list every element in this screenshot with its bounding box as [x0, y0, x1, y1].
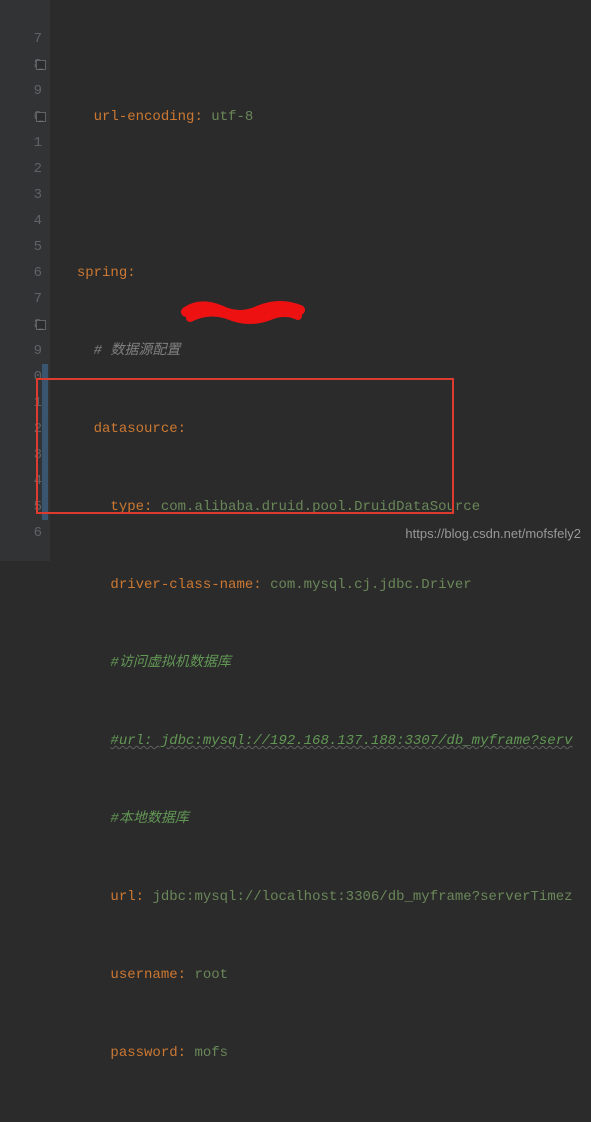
- code-line[interactable]: driver-class-name: com.mysql.cj.jdbc.Dri…: [60, 572, 591, 598]
- gutter-row: 7: [0, 26, 42, 52]
- code-line[interactable]: # 数据源配置: [60, 338, 591, 364]
- gutter-row: 8: [0, 312, 42, 338]
- gutter-row: 7: [0, 286, 42, 312]
- gutter-row: 0: [0, 364, 42, 390]
- code-area[interactable]: url-encoding: utf-8 spring: # 数据源配置 data…: [50, 0, 591, 561]
- gutter-row: 0: [0, 104, 42, 130]
- code-line[interactable]: password: mofs: [60, 1040, 591, 1066]
- gutter-row: 3: [0, 442, 42, 468]
- gutter-row: 9: [0, 78, 42, 104]
- gutter-row: [0, 0, 42, 26]
- gutter-row: 2: [0, 156, 42, 182]
- code-line[interactable]: username: root: [60, 962, 591, 988]
- gutter-row: 3: [0, 182, 42, 208]
- gutter-row: 4: [0, 208, 42, 234]
- code-line[interactable]: [60, 182, 591, 208]
- code-line[interactable]: url: jdbc:mysql://localhost:3306/db_myfr…: [60, 884, 591, 910]
- fold-marker-icon[interactable]: [36, 112, 46, 122]
- code-line[interactable]: datasource:: [60, 416, 591, 442]
- watermark-text: https://blog.csdn.net/mofsfely2: [405, 521, 581, 547]
- gutter-row: 4: [0, 468, 42, 494]
- gutter-row: 8: [0, 52, 42, 78]
- code-line[interactable]: #url: jdbc:mysql://192.168.137.188:3307/…: [60, 728, 591, 754]
- gutter-row: 6: [0, 260, 42, 286]
- code-line[interactable]: #访问虚拟机数据库: [60, 650, 591, 676]
- gutter-row: 5: [0, 234, 42, 260]
- code-line[interactable]: spring:: [60, 260, 591, 286]
- code-line[interactable]: type: com.alibaba.druid.pool.DruidDataSo…: [60, 494, 591, 520]
- code-editor[interactable]: 7 8 9 0 1 2 3 4 5 6 7 8 9 0 1 2 3 4 5 6 …: [0, 0, 591, 561]
- code-line[interactable]: # session 配置: [60, 1118, 591, 1122]
- gutter-row: 9: [0, 338, 42, 364]
- code-line[interactable]: #本地数据库: [60, 806, 591, 832]
- gutter-row: 2: [0, 416, 42, 442]
- gutter-row: 5: [0, 494, 42, 520]
- fold-marker-icon[interactable]: [36, 60, 46, 70]
- gutter-row: [0, 546, 42, 572]
- gutter-row: 6: [0, 520, 42, 546]
- gutter-row: 1: [0, 390, 42, 416]
- gutter-row: 1: [0, 130, 42, 156]
- fold-marker-icon[interactable]: [36, 320, 46, 330]
- code-line[interactable]: url-encoding: utf-8: [60, 104, 591, 130]
- selection-highlight: [42, 364, 48, 520]
